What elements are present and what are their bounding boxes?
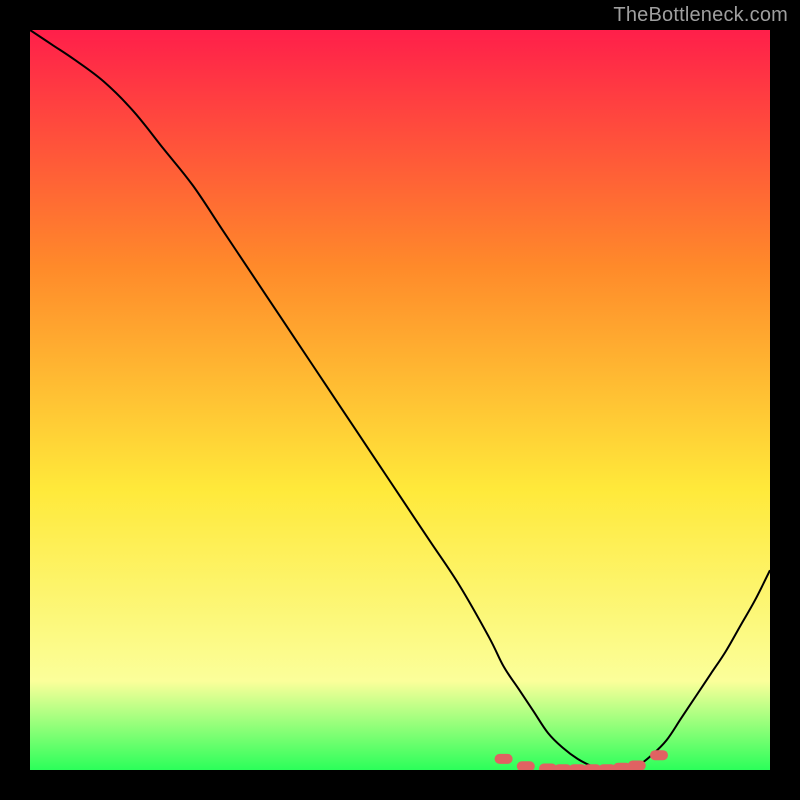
marker-dot	[517, 761, 535, 770]
chart-container: TheBottleneck.com	[0, 0, 800, 800]
plot-area	[30, 30, 770, 770]
marker-dot	[650, 750, 668, 760]
marker-dot	[628, 761, 646, 770]
marker-dot	[495, 754, 513, 764]
attribution-text: TheBottleneck.com	[613, 4, 788, 27]
gradient-bg	[30, 30, 770, 770]
chart-svg	[30, 30, 770, 770]
